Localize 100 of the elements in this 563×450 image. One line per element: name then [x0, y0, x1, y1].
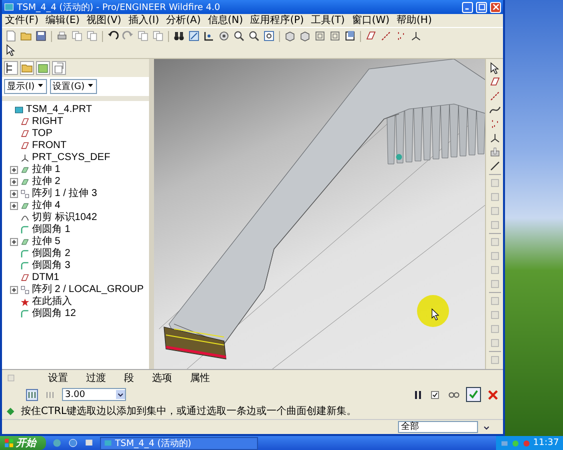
constant-round-icon[interactable] — [26, 388, 38, 400]
panel-tab[interactable]: 属性 — [190, 371, 210, 385]
orient-icon[interactable] — [218, 30, 230, 42]
help-arrow-icon[interactable] — [5, 44, 17, 56]
pattern-icon — [20, 285, 30, 295]
datum-plane-icon[interactable] — [488, 76, 500, 88]
menu-item[interactable]: 编辑(E) — [46, 14, 80, 26]
csys-icon[interactable] — [410, 30, 422, 42]
extrude-icon — [20, 201, 30, 211]
refit-icon[interactable] — [263, 30, 275, 42]
selection-filter[interactable]: 全部 — [398, 421, 478, 433]
tree-item[interactable]: 阵列 1 / 拉伸 3 — [32, 188, 98, 200]
curve-icon[interactable] — [488, 104, 500, 116]
expand-icon[interactable] — [10, 286, 18, 294]
menu-item[interactable]: 工具(T) — [310, 14, 345, 26]
datum-plane-icon — [20, 273, 30, 283]
tree-item[interactable]: 倒圆角 1 — [32, 224, 70, 236]
minimize-button[interactable] — [462, 2, 473, 12]
round-icon — [20, 309, 30, 319]
csys-icon — [20, 153, 30, 163]
menu-item[interactable]: 窗口(W) — [352, 14, 390, 26]
menu-item[interactable]: 应用程序(P) — [250, 14, 304, 26]
datum-axis-icon[interactable] — [488, 90, 500, 102]
pause-icon[interactable] — [412, 388, 424, 400]
line-icon[interactable] — [488, 160, 500, 172]
radius-field[interactable]: 3.00 — [62, 388, 126, 401]
check-icon — [468, 389, 479, 400]
spin-center-icon[interactable] — [203, 30, 215, 42]
menu-item[interactable]: 帮助(H) — [396, 14, 432, 26]
csys-icon[interactable] — [488, 132, 500, 144]
model-tree-tab-icon[interactable] — [4, 61, 18, 75]
maximize-button[interactable] — [476, 2, 487, 12]
tree-item[interactable]: TOP — [32, 128, 52, 140]
repaint-icon[interactable] — [188, 30, 200, 42]
window-title: TSM_4_4 (活动的) - Pro/ENGINEER Wildfire 4.0 — [17, 2, 222, 14]
message-bullet-icon — [6, 406, 15, 416]
tree-item[interactable]: DTM1 — [32, 272, 60, 284]
close-button[interactable] — [490, 2, 501, 12]
tree-item[interactable]: 倒圆角 2 — [32, 248, 70, 260]
pointer-icon — [432, 308, 440, 320]
zoom-out-icon[interactable] — [248, 30, 260, 42]
favorites-tab-icon[interactable] — [36, 61, 50, 75]
datum-plane-icon[interactable] — [365, 30, 377, 42]
binoculars-icon[interactable] — [173, 30, 185, 42]
cut-icon — [20, 213, 30, 223]
pattern-icon — [20, 189, 30, 199]
part-icon — [14, 105, 24, 115]
globe-icon[interactable] — [68, 438, 78, 448]
tree-item[interactable]: 拉伸 2 — [32, 176, 60, 188]
print-icon[interactable] — [56, 30, 68, 42]
panel-tab[interactable]: 设置 — [48, 371, 68, 385]
tree-item[interactable]: 拉伸 1 — [32, 164, 60, 176]
shaded-icon[interactable] — [344, 30, 356, 42]
datum-axis-icon[interactable] — [380, 30, 392, 42]
panel-tab[interactable]: 选项 — [152, 371, 172, 385]
taskbar-item[interactable]: TSM_4_4 (活动的) — [100, 436, 258, 450]
dropdown[interactable]: 设置(G) — [50, 79, 97, 94]
zoom-in-icon[interactable] — [233, 30, 245, 42]
wireframe-icon[interactable] — [314, 30, 326, 42]
tree-item[interactable]: 在此插入 — [32, 296, 72, 308]
menu-item[interactable]: 信息(N) — [208, 14, 244, 26]
tree-item[interactable]: FRONT — [32, 140, 66, 152]
expand-icon[interactable] — [10, 202, 18, 210]
layer-tab-icon[interactable] — [52, 61, 66, 75]
extrude-icon — [20, 237, 30, 247]
tree-item[interactable]: RIGHT — [32, 116, 64, 128]
clock-text: 11:37 — [533, 438, 559, 448]
panel-tab[interactable]: 段 — [124, 371, 134, 385]
maximize-icon — [478, 3, 486, 11]
expand-icon[interactable] — [10, 190, 18, 198]
tree-item[interactable]: 倒圆角 3 — [32, 260, 70, 272]
panel-tab[interactable]: 过渡 — [86, 371, 106, 385]
cursor-highlight — [417, 295, 449, 327]
undo-icon[interactable] — [107, 30, 119, 42]
preview-checkbox-icon[interactable] — [430, 388, 442, 400]
apply-button[interactable] — [466, 387, 481, 402]
cube-icon[interactable] — [299, 30, 311, 42]
cube-icon[interactable] — [284, 30, 296, 42]
insert-marker-icon — [20, 297, 30, 307]
cancel-icon[interactable] — [487, 388, 499, 400]
tree-item[interactable]: 拉伸 5 — [32, 236, 60, 248]
menu-item[interactable]: 插入(I) — [128, 14, 160, 26]
menu-item[interactable]: 视图(V) — [86, 14, 122, 26]
expand-icon[interactable] — [10, 178, 18, 186]
app-icon — [4, 2, 14, 12]
dropdown[interactable]: 显示(I) — [4, 79, 47, 94]
expand-icon[interactable] — [10, 238, 18, 246]
tree-item[interactable]: 拉伸 4 — [32, 200, 60, 212]
tree-item[interactable]: 切剪 标识1042 — [32, 212, 98, 224]
tree-item[interactable]: 阵列 2 / LOCAL_GROUP — [32, 284, 144, 296]
save-icon[interactable] — [35, 30, 47, 42]
tree-item[interactable]: TSM_4_4.PRT — [26, 104, 92, 116]
tree-item[interactable]: PRT_CSYS_DEF — [32, 152, 110, 164]
expand-icon[interactable] — [10, 166, 18, 174]
menu-item[interactable]: 分析(A) — [166, 14, 201, 26]
menu-item[interactable]: 文件(F) — [5, 14, 39, 26]
tree-item[interactable]: 倒圆角 12 — [32, 308, 76, 320]
datum-point-icon[interactable] — [395, 30, 407, 42]
round-icon — [20, 225, 30, 235]
arrow-icon[interactable] — [488, 62, 500, 74]
